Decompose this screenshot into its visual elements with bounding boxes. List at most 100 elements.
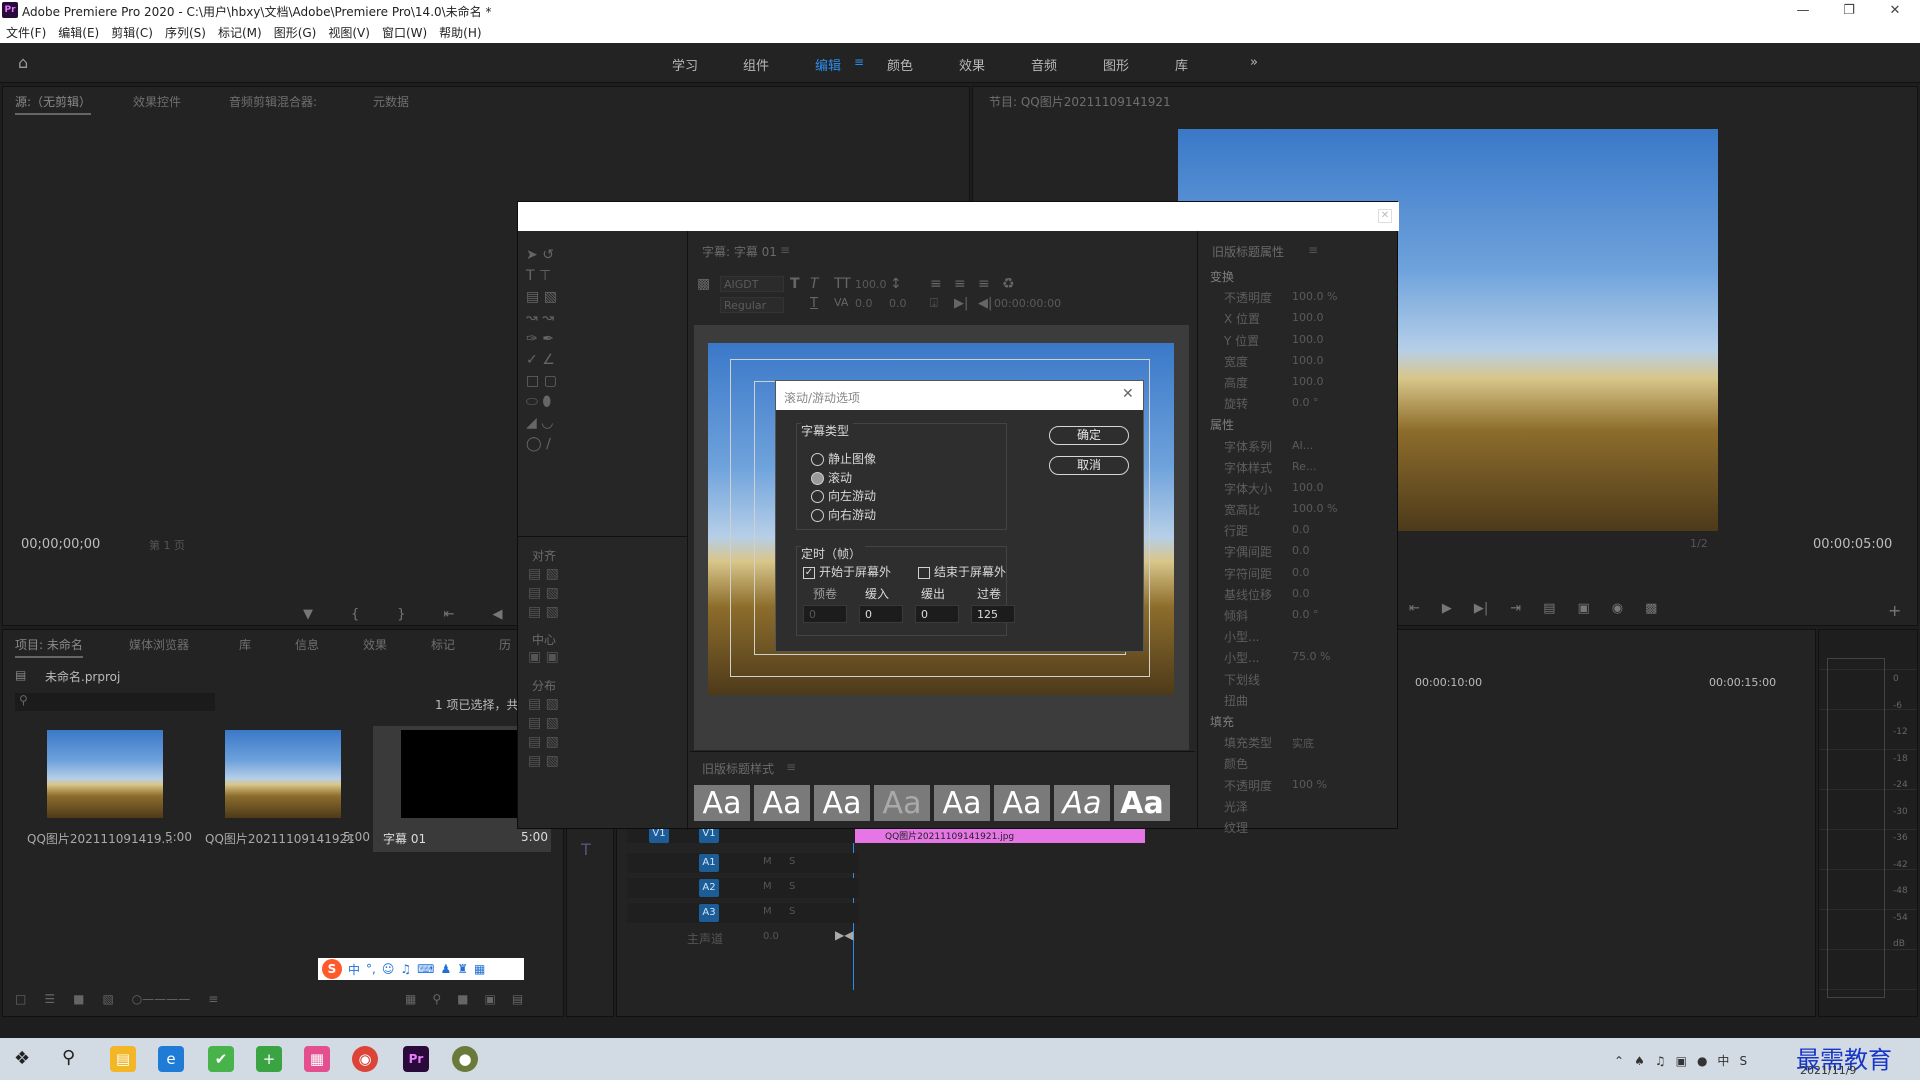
props-menu-icon[interactable]: ≡ [1308, 243, 1318, 257]
style-swatch[interactable]: Aa [694, 785, 750, 821]
premiere-taskbar-icon[interactable]: Pr [403, 1046, 429, 1072]
area-type-icon[interactable]: ▤ [526, 289, 539, 305]
props-value[interactable]: 100.0 [1292, 375, 1324, 388]
workspace-editing[interactable]: 编辑 [815, 55, 841, 74]
leading-value[interactable]: 0.0 [889, 297, 907, 310]
props-value[interactable]: 0.0 ° [1292, 396, 1319, 409]
minimize-icon[interactable]: — [1780, 0, 1826, 21]
tab-history[interactable]: 历 [499, 636, 511, 653]
line-tool-icon[interactable]: ∕ [546, 436, 551, 452]
vertical-path-type-icon[interactable]: ↝ [542, 310, 554, 326]
rounded-corner-icon[interactable]: ⬮ [542, 394, 551, 410]
skin-icon[interactable]: ♜ [457, 962, 468, 976]
props-value[interactable]: 100 % [1292, 778, 1327, 791]
ellipse-tool-icon[interactable]: ◯ [526, 436, 542, 452]
tray-app-icon[interactable]: ● [1697, 1054, 1707, 1068]
props-value[interactable]: 100.0 [1292, 333, 1324, 346]
workspace-libraries[interactable]: 库 [1175, 55, 1188, 74]
align-buttons[interactable]: ▤ ▧ ▤ ▧ ▤ ▧ [528, 565, 559, 622]
kerning-value[interactable]: 0.0 [855, 297, 873, 310]
automate-icon[interactable]: ▦ [405, 992, 416, 1006]
list-view-icon[interactable]: ☰ [44, 992, 55, 1006]
rotate-tool-icon[interactable]: ↺ [542, 247, 554, 263]
marker-icon[interactable]: ▼ [303, 607, 313, 622]
type-tool-icon[interactable]: T [581, 840, 591, 859]
props-value[interactable]: Re... [1292, 460, 1316, 473]
add-button-icon[interactable]: + [1888, 601, 1901, 620]
lock-icon[interactable]: □ [15, 992, 26, 1006]
props-value[interactable]: 0.0 [1292, 566, 1310, 579]
track-target-a1[interactable]: A1 [699, 854, 719, 872]
tray-expand-icon[interactable]: ⌃ [1614, 1054, 1624, 1068]
workspace-menu-icon[interactable]: ≡ [854, 55, 864, 69]
props-value[interactable]: 0.0 [1292, 544, 1310, 557]
style-swatch[interactable]: Aa [1114, 785, 1170, 821]
freeform-view-icon[interactable]: ▧ [102, 992, 113, 1006]
edge-icon[interactable]: e [158, 1046, 184, 1072]
italic-icon[interactable]: T [810, 276, 819, 292]
playhead-time[interactable]: 00:00:00:00 [994, 297, 1061, 310]
step-forward-icon[interactable]: ▶| [1474, 601, 1488, 616]
go-to-in-icon[interactable]: ⇤ [444, 607, 455, 622]
chrome-icon[interactable]: ◉ [352, 1046, 378, 1072]
ease-in-input[interactable]: 0 [859, 605, 903, 623]
vertical-area-type-icon[interactable]: ▧ [544, 289, 557, 305]
windows-start-icon[interactable]: ❖ [14, 1048, 30, 1069]
rounded-rectangle-tool-icon[interactable]: ▢ [544, 373, 557, 389]
workspace-color[interactable]: 颜色 [887, 55, 913, 74]
play-icon[interactable]: ▶ [1442, 601, 1452, 616]
sort-icon[interactable]: ≡ [208, 992, 218, 1006]
roll-crawl-options-icon[interactable]: ♻ [1002, 276, 1015, 292]
props-group-header[interactable]: 变换 [1208, 265, 1394, 286]
home-icon[interactable]: ⌂ [18, 53, 38, 73]
page-selector[interactable]: 第 1 页 [149, 537, 185, 553]
sogou-tray-icon[interactable]: S [1739, 1054, 1747, 1068]
tab-project[interactable]: 项目: 未命名 [15, 636, 83, 658]
clipped-rectangle-icon[interactable]: ⬭ [526, 394, 538, 410]
path-type-icon[interactable]: ↝ [526, 310, 538, 326]
distribute-buttons[interactable]: ▤ ▧ ▤ ▧ ▤ ▧ ▤ ▧ [528, 695, 559, 771]
more-workspaces-icon[interactable]: » [1250, 55, 1258, 70]
file-explorer-icon[interactable]: ▤ [110, 1046, 136, 1072]
lift-icon[interactable]: ▤ [1543, 601, 1555, 616]
dialog-close-icon[interactable]: ✕ [1122, 386, 1134, 402]
user-icon[interactable]: ♟ [440, 962, 451, 976]
menu-edit[interactable]: 编辑(E) [58, 24, 99, 41]
arc-tool-icon[interactable]: ◡ [541, 415, 553, 431]
menu-file[interactable]: 文件(F) [6, 24, 46, 41]
props-value[interactable]: 0.0 [1292, 523, 1310, 536]
find-icon[interactable]: ⚲ [432, 992, 441, 1006]
props-group-header[interactable]: 属性 [1208, 413, 1394, 434]
solo-button[interactable]: S [789, 906, 795, 917]
workspace-assembly[interactable]: 组件 [743, 55, 769, 74]
menu-sequence[interactable]: 序列(S) [165, 24, 206, 41]
solo-button[interactable]: S [789, 856, 795, 867]
props-value[interactable]: 100.0 [1292, 481, 1324, 494]
tab-effect-controls[interactable]: 效果控件 [133, 93, 181, 110]
camera-icon[interactable]: ◉ [1612, 601, 1623, 616]
style-swatch[interactable]: Aa [814, 785, 870, 821]
font-size-value[interactable]: 100.0 [855, 278, 887, 291]
style-swatch[interactable]: Aa [994, 785, 1050, 821]
props-value[interactable]: 75.0 % [1292, 650, 1330, 663]
zoom-slider[interactable]: ○———— [132, 992, 190, 1006]
center-buttons[interactable]: ▣ ▣ [528, 649, 559, 665]
extract-icon[interactable]: ▣ [1578, 601, 1590, 616]
type-tool-icon[interactable]: T [526, 268, 535, 284]
wedge-tool-icon[interactable]: ◢ [526, 415, 537, 431]
network-icon[interactable]: ▣ [1676, 1054, 1687, 1068]
mute-button[interactable]: M [763, 881, 772, 892]
menu-help[interactable]: 帮助(H) [439, 24, 481, 41]
menu-clip[interactable]: 剪辑(C) [111, 24, 153, 41]
style-swatch[interactable]: Aa [754, 785, 810, 821]
font-family-select[interactable]: AIGDT [720, 276, 784, 292]
new-bin-icon[interactable]: ■ [457, 992, 468, 1006]
project-item[interactable]: QQ图片202111091419... 5:00 [19, 726, 195, 852]
props-group-header[interactable]: 填充 [1208, 710, 1394, 731]
tab-stops-icon[interactable]: ⍗ [930, 296, 938, 311]
emoji-icon[interactable]: ☺ [382, 962, 395, 976]
compare-icon[interactable]: ▩ [1645, 601, 1657, 616]
app-round-icon[interactable]: ● [452, 1046, 478, 1072]
pen-tool-icon[interactable]: ✑ [526, 331, 538, 347]
selection-tool-icon[interactable]: ➤ [526, 247, 538, 263]
